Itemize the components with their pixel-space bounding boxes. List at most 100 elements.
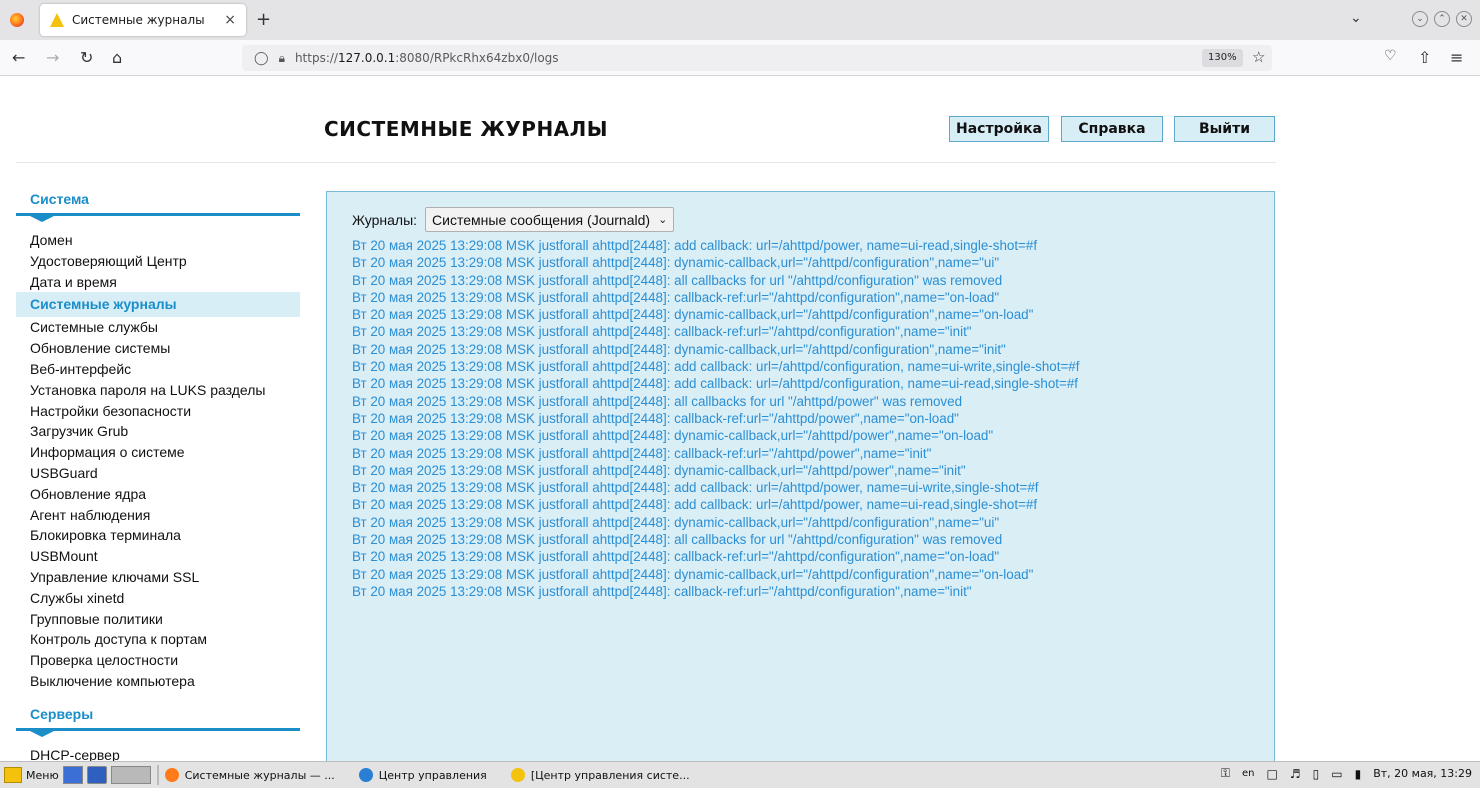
sidebar-item[interactable]: Выключение компьютера [16, 671, 300, 692]
log-line: Вт 20 мая 2025 13:29:08 MSK justforall a… [352, 566, 1034, 582]
back-icon[interactable]: ← [12, 48, 25, 67]
log-line: Вт 20 мая 2025 13:29:08 MSK justforall a… [352, 289, 1000, 305]
home-icon[interactable]: ⌂ [112, 48, 122, 67]
page-title: СИСТЕМНЫЕ ЖУРНАЛЫ [324, 117, 608, 141]
list-tabs-chevron-icon[interactable]: ⌄ [1350, 10, 1362, 26]
hamburger-menu-icon[interactable]: ≡ [1450, 48, 1463, 67]
network-icon[interactable]: □ [1267, 767, 1278, 781]
bookmark-star-icon[interactable]: ☆ [1252, 48, 1265, 66]
firefox-launcher-icon[interactable] [86, 766, 107, 784]
start-menu-button[interactable]: Меню [4, 767, 59, 783]
tab-title: Системные журналы [72, 13, 205, 27]
sidebar-item[interactable]: Веб-интерфейс [16, 359, 300, 380]
browser-tab-bar: Системные журналы × + ⌄ ⌄ ⌃ ✕ [0, 0, 1480, 40]
sidebar-item[interactable]: Системные службы [16, 317, 300, 338]
log-line: Вт 20 мая 2025 13:29:08 MSK justforall a… [352, 255, 1000, 271]
url-text[interactable]: https://127.0.0.1:8080/RPkcRhx64zbx0/log… [295, 51, 559, 65]
clock[interactable]: Вт, 20 мая, 13:29 [1373, 767, 1472, 780]
clipboard-icon[interactable]: ▯ [1313, 767, 1320, 781]
tracking-shield-icon[interactable]: ◯ [254, 51, 269, 66]
sidebar-item[interactable]: Дата и время [16, 272, 300, 293]
sidebar-item[interactable]: Информация о системе [16, 442, 300, 463]
taskbar-task[interactable]: Центр управления [358, 768, 487, 782]
sidebar-item[interactable]: USBMount [16, 546, 300, 567]
tab-favicon-icon [50, 13, 64, 27]
log-line: Вт 20 мая 2025 13:29:08 MSK justforall a… [352, 428, 994, 444]
connection-lock-icon[interactable]: 🔒︎ [279, 51, 285, 66]
log-line: Вт 20 мая 2025 13:29:08 MSK justforall a… [352, 359, 1080, 375]
chevron-down-icon: ⌄ [658, 214, 668, 226]
sidebar-item[interactable]: Службы xinetd [16, 588, 300, 609]
help-button[interactable]: Справка [1061, 116, 1163, 142]
new-tab-button[interactable]: + [256, 9, 271, 30]
sidebar-item[interactable]: Удостоверяющий Центр [16, 251, 300, 272]
browser-tab-active[interactable]: Системные журналы × [40, 4, 246, 36]
taskbar-task[interactable]: [Центр управления систе... [510, 768, 690, 782]
zoom-level-badge[interactable]: 130% [1202, 49, 1243, 67]
display-icon[interactable]: ▭ [1331, 767, 1342, 781]
log-line: Вт 20 мая 2025 13:29:08 MSK justforall a… [352, 549, 1000, 565]
taskbar: Меню Системные журналы — ... Центр управл… [0, 761, 1480, 788]
section-divider [16, 727, 300, 737]
maximize-window-icon[interactable]: ⌃ [1434, 11, 1450, 27]
log-line: Вт 20 мая 2025 13:29:08 MSK justforall a… [352, 583, 972, 599]
log-line: Вт 20 мая 2025 13:29:08 MSK justforall a… [352, 238, 1038, 253]
sidebar-section-system[interactable]: Система [16, 187, 300, 213]
journal-label: Журналы: [352, 211, 418, 228]
sidebar: Система Домен Удостоверяющий Центр Дата и … [16, 187, 300, 776]
sidebar-item[interactable]: Групповые политики [16, 609, 300, 630]
workspace-switcher[interactable] [110, 766, 151, 784]
sidebar-item[interactable]: Обновление системы [16, 338, 300, 359]
share-icon[interactable]: ⇧ [1418, 48, 1431, 67]
sidebar-item[interactable]: Домен [16, 230, 300, 251]
log-line: Вт 20 мая 2025 13:29:08 MSK justforall a… [352, 393, 963, 409]
tab-close-icon[interactable]: × [224, 12, 236, 28]
logs-panel: Журналы: Системные сообщения (Journald) … [326, 191, 1275, 771]
sidebar-item[interactable]: Установка пароля на LUKS разделы [16, 380, 300, 401]
sidebar-item[interactable]: Проверка целостности [16, 650, 300, 671]
forward-icon[interactable]: → [46, 48, 59, 67]
section-divider [16, 213, 300, 222]
task-label: Системные журналы — ... [184, 768, 335, 782]
sidebar-item[interactable]: Агент наблюдения [16, 505, 300, 526]
minimize-window-icon[interactable]: ⌄ [1412, 11, 1428, 27]
key-icon[interactable]: ⚿ [1221, 766, 1230, 781]
header-divider [16, 162, 1276, 163]
start-menu-icon [4, 767, 22, 783]
logout-button[interactable]: Выйти [1174, 116, 1275, 142]
taskbar-task[interactable]: Системные журналы — ... [164, 768, 335, 782]
task-app-icon [164, 768, 179, 782]
log-line: Вт 20 мая 2025 13:29:08 MSK justforall a… [352, 480, 1039, 496]
browser-nav-bar: ← → ↻ ⌂ ◯ 🔒︎ https://127.0.0.1:8080/RPkc… [0, 40, 1480, 76]
journal-select[interactable]: Системные сообщения (Journald) ⌄ [425, 207, 675, 232]
log-line: Вт 20 мая 2025 13:29:08 MSK justforall a… [352, 272, 1003, 288]
log-line: Вт 20 мая 2025 13:29:08 MSK justforall a… [352, 462, 966, 478]
settings-button[interactable]: Настройка [949, 116, 1049, 142]
log-line: Вт 20 мая 2025 13:29:08 MSK justforall a… [352, 376, 1078, 392]
sidebar-menu-system: Домен Удостоверяющий Центр Дата и время Сис… [16, 230, 300, 692]
battery-icon[interactable]: ▮ [1355, 767, 1362, 781]
task-label: Центр управления [378, 768, 487, 782]
volume-icon[interactable]: ♬ [1290, 767, 1301, 781]
sidebar-item[interactable]: Контроль доступа к портам [16, 629, 300, 650]
sidebar-item[interactable]: Загрузчик Grub [16, 421, 300, 442]
url-bar[interactable]: ◯ 🔒︎ https://127.0.0.1:8080/RPkcRhx64zbx… [242, 45, 1272, 71]
reload-icon[interactable]: ↻ [80, 48, 93, 67]
sidebar-item[interactable]: USBGuard [16, 463, 300, 484]
close-window-icon[interactable]: ✕ [1456, 11, 1472, 27]
task-label: [Центр управления систе... [530, 768, 690, 782]
sidebar-item[interactable]: Блокировка терминала [16, 525, 300, 546]
log-line: Вт 20 мая 2025 13:29:08 MSK justforall a… [352, 497, 1038, 513]
sidebar-section-servers[interactable]: Серверы [16, 702, 300, 728]
sidebar-item[interactable]: Системные журналы [16, 292, 300, 318]
keyboard-layout-indicator[interactable]: en [1242, 768, 1255, 779]
sidebar-item[interactable]: Настройки безопасности [16, 401, 300, 422]
show-desktop-icon[interactable] [62, 766, 83, 784]
task-app-icon [358, 768, 373, 782]
pocket-icon[interactable]: ♡ [1384, 48, 1397, 64]
sidebar-item[interactable]: Управление ключами SSL [16, 567, 300, 588]
system-tray: ⚿ en □ ♬ ▯ ▭ ▮ Вт, 20 мая, 13:29 [1221, 766, 1472, 781]
log-line: Вт 20 мая 2025 13:29:08 MSK justforall a… [352, 307, 1034, 323]
firefox-logo-icon [10, 13, 24, 27]
sidebar-item[interactable]: Обновление ядра [16, 484, 300, 505]
